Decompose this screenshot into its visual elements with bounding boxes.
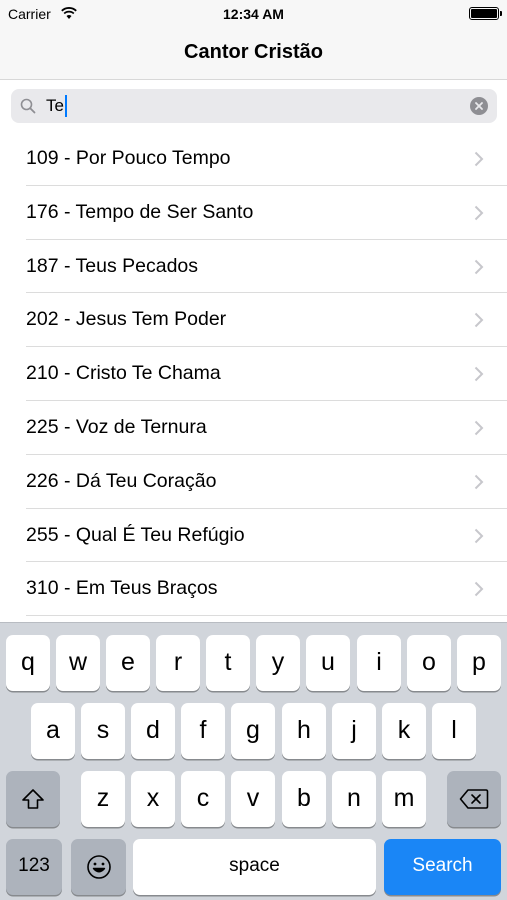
key-g[interactable]: g bbox=[231, 703, 275, 759]
key-n[interactable]: n bbox=[332, 771, 376, 827]
key-q[interactable]: q bbox=[6, 635, 50, 691]
key-z[interactable]: z bbox=[81, 771, 125, 827]
list-item-label: 187 - Teus Pecados bbox=[26, 254, 199, 277]
shift-key[interactable] bbox=[6, 771, 60, 827]
search-icon bbox=[20, 98, 36, 114]
chevron-right-icon bbox=[474, 474, 484, 490]
key-a[interactable]: a bbox=[31, 703, 75, 759]
list-item[interactable]: 210 - Cristo Te Chama bbox=[0, 347, 507, 401]
key-v[interactable]: v bbox=[231, 771, 275, 827]
key-y[interactable]: y bbox=[256, 635, 300, 691]
list-item[interactable]: 225 - Voz de Ternura bbox=[0, 401, 507, 455]
list-item-label: 310 - Em Teus Braços bbox=[26, 577, 218, 600]
page-title: Cantor Cristão bbox=[184, 41, 323, 63]
key-p[interactable]: p bbox=[457, 635, 501, 691]
key-m[interactable]: m bbox=[382, 771, 426, 827]
chevron-right-icon bbox=[474, 205, 484, 221]
emoji-icon bbox=[86, 855, 111, 879]
battery-icon bbox=[469, 7, 502, 20]
key-b[interactable]: b bbox=[282, 771, 326, 827]
list-item-label: 226 - Dá Teu Coração bbox=[26, 469, 217, 492]
key-u[interactable]: u bbox=[306, 635, 350, 691]
key-d[interactable]: d bbox=[131, 703, 175, 759]
chevron-right-icon bbox=[474, 366, 484, 382]
chevron-right-icon bbox=[474, 259, 484, 275]
list-item[interactable]: 187 - Teus Pecados bbox=[0, 240, 507, 294]
key-x[interactable]: x bbox=[131, 771, 175, 827]
key-j[interactable]: j bbox=[332, 703, 376, 759]
search-input[interactable]: Te bbox=[46, 95, 67, 117]
divider bbox=[26, 615, 507, 617]
backspace-icon bbox=[459, 789, 489, 809]
key-r[interactable]: r bbox=[156, 635, 200, 691]
chevron-right-icon bbox=[474, 420, 484, 436]
search-key[interactable]: Search bbox=[384, 839, 501, 895]
shift-icon bbox=[22, 789, 44, 809]
chevron-right-icon bbox=[474, 312, 484, 328]
list-item[interactable]: 176 - Tempo de Ser Santo bbox=[0, 186, 507, 240]
list-item[interactable]: 202 - Jesus Tem Poder bbox=[0, 293, 507, 348]
status-bar: Carrier 12:34 AM bbox=[0, 0, 507, 28]
list-item-label: 225 - Voz de Ternura bbox=[26, 415, 207, 438]
list-item-label: 109 - Por Pouco Tempo bbox=[26, 147, 231, 169]
emoji-key[interactable] bbox=[71, 839, 126, 895]
list-item-label: 176 - Tempo de Ser Santo bbox=[26, 200, 254, 223]
list-item-label: 202 - Jesus Tem Poder bbox=[26, 308, 227, 331]
list-item[interactable]: 109 - Por Pouco Tempo bbox=[0, 132, 507, 186]
search-bar: Te bbox=[0, 80, 507, 132]
key-t[interactable]: t bbox=[206, 635, 250, 691]
key-w[interactable]: w bbox=[56, 635, 100, 691]
navigation-bar: Cantor Cristão bbox=[0, 28, 507, 80]
list-item[interactable]: 310 - Em Teus Braços bbox=[0, 562, 507, 617]
list-item[interactable]: 255 - Qual É Teu Refúgio bbox=[0, 509, 507, 563]
search-field[interactable]: Te bbox=[11, 89, 497, 123]
key-e[interactable]: e bbox=[106, 635, 150, 691]
key-o[interactable]: o bbox=[407, 635, 451, 691]
hymn-list: 109 - Por Pouco Tempo 176 - Tempo de Ser… bbox=[0, 132, 507, 622]
key-f[interactable]: f bbox=[181, 703, 225, 759]
key-i[interactable]: i bbox=[357, 635, 401, 691]
numbers-key[interactable]: 123 bbox=[6, 839, 62, 895]
key-c[interactable]: c bbox=[181, 771, 225, 827]
clear-search-icon[interactable] bbox=[470, 97, 488, 115]
chevron-right-icon bbox=[474, 528, 484, 544]
list-item-label: 210 - Cristo Te Chama bbox=[26, 362, 221, 385]
status-time: 12:34 AM bbox=[223, 6, 284, 22]
key-l[interactable]: l bbox=[432, 703, 476, 759]
keyboard: q w e r t y u i o p a s d f g h j k l z … bbox=[0, 622, 507, 900]
list-item[interactable]: 226 - Dá Teu Coração bbox=[0, 455, 507, 509]
key-h[interactable]: h bbox=[282, 703, 326, 759]
chevron-right-icon bbox=[474, 581, 484, 597]
key-k[interactable]: k bbox=[382, 703, 426, 759]
chevron-right-icon bbox=[474, 151, 484, 167]
list-item-label: 255 - Qual É Teu Refúgio bbox=[26, 523, 245, 546]
space-key[interactable]: space bbox=[133, 839, 376, 895]
key-s[interactable]: s bbox=[81, 703, 125, 759]
delete-key[interactable] bbox=[447, 771, 501, 827]
